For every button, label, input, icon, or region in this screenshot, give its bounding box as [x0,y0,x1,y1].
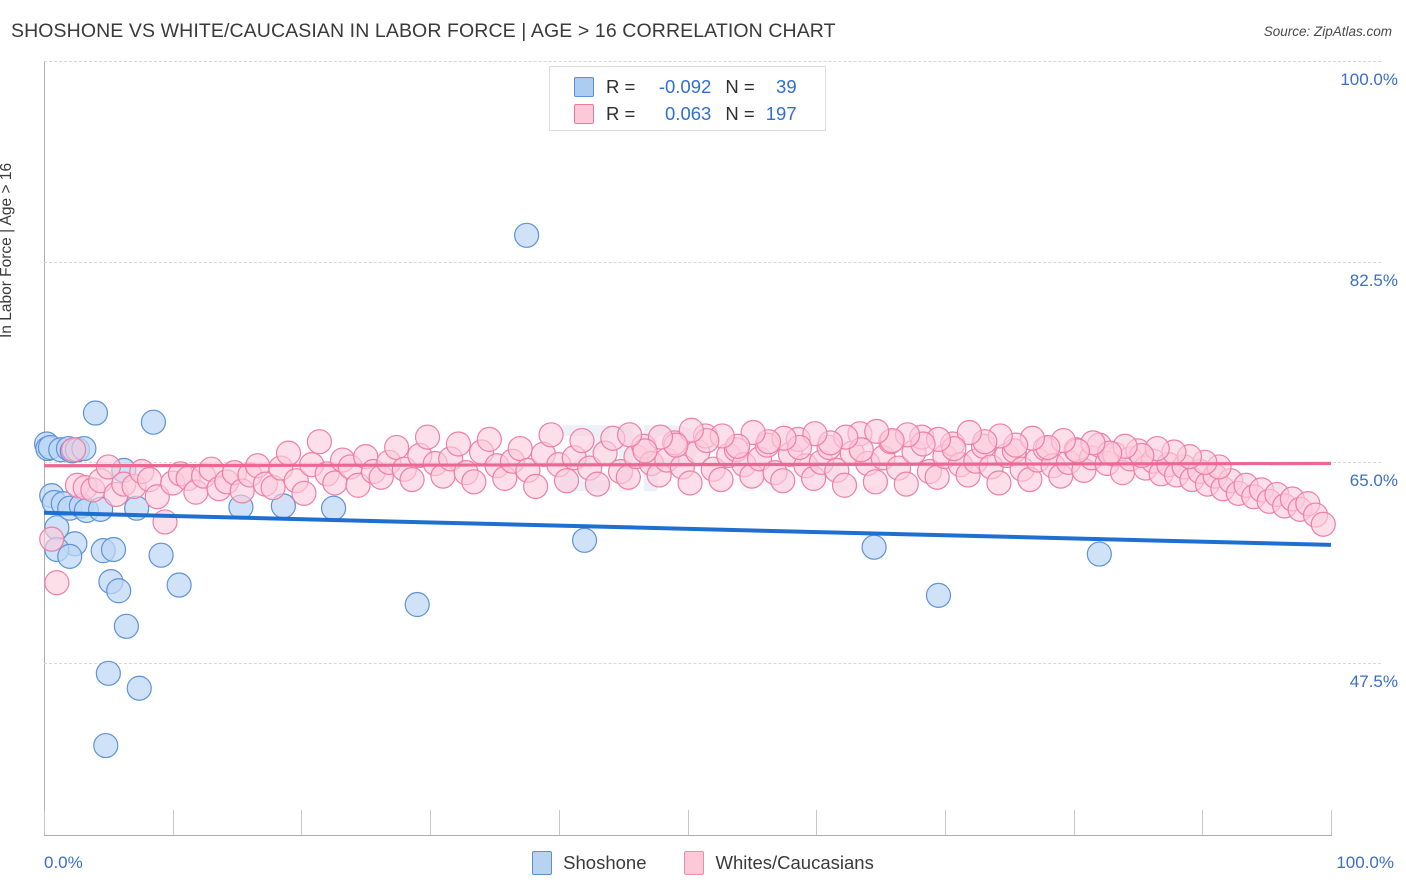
data-point [1086,541,1112,567]
stats-n-label-0: N = [725,75,755,97]
data-point [862,469,889,495]
data-point [166,572,192,598]
legend-swatch-shoshone [532,851,553,875]
trend-line-shoshone [43,510,1332,547]
data-point [461,469,487,495]
data-point [925,582,952,608]
data-point [445,431,472,457]
data-point [831,472,858,498]
stats-n-value-1: 197 [765,102,797,124]
scatter-plot-area [33,222,1336,759]
data-point [404,591,430,618]
data-point [893,471,919,497]
stats-r-value-1: 0.063 [665,102,712,124]
stats-row-whites: R = 0.063 N = 197 [550,100,825,127]
data-point [616,422,643,448]
data-point [306,429,333,455]
x-axis-min-label: 0.0% [44,853,83,872]
data-point [140,409,166,435]
data-point [1310,511,1336,537]
data-point [538,422,564,448]
data-point [708,466,734,493]
data-point [770,468,796,494]
stats-r-label-1: R = [606,102,636,124]
data-point [523,473,549,500]
stats-swatch-pink [574,103,594,124]
data-point [584,471,611,497]
stats-n-value-0: 39 [776,75,797,97]
data-point [44,570,70,596]
data-point [39,526,65,552]
data-point [148,542,174,568]
data-point [95,660,121,686]
stats-r-label-0: R = [606,75,636,97]
data-point [320,495,347,521]
x-axis-max-label: 100.0% [1336,853,1394,872]
legend-item-whites[interactable]: Whites/Caucasians [684,851,874,875]
data-point [106,578,132,604]
stats-swatch-blue [574,76,594,97]
data-point [93,732,119,759]
data-point [507,435,533,462]
data-point [60,437,87,463]
data-point [399,466,425,493]
legend-label-shoshone: Shoshone [563,852,647,873]
legend-item-shoshone[interactable]: Shoshone [532,851,646,875]
data-point [57,543,83,569]
correlation-stats-box: R = -0.092 N = 39 R = 0.063 N = 197 [549,66,826,131]
stats-n-label-1: N = [725,102,755,124]
data-point [113,613,139,639]
data-point [152,509,178,535]
data-point [291,480,317,506]
stats-row-shoshone: R = -0.092 N = 39 [550,73,825,100]
data-point [677,470,703,496]
stats-r-value-0: -0.092 [658,75,712,97]
data-point [275,440,302,466]
data-point [569,427,595,454]
data-point [384,434,410,461]
legend-swatch-whites [684,851,705,875]
data-point [553,468,580,494]
legend-label-whites: Whites/Caucasians [715,852,874,873]
data-point [414,424,441,450]
data-point [861,534,887,560]
data-point [571,527,598,553]
data-point [82,400,109,426]
data-point [126,675,152,701]
data-point [514,222,540,248]
data-point [986,470,1012,496]
data-point [100,536,127,563]
data-point [476,426,502,452]
